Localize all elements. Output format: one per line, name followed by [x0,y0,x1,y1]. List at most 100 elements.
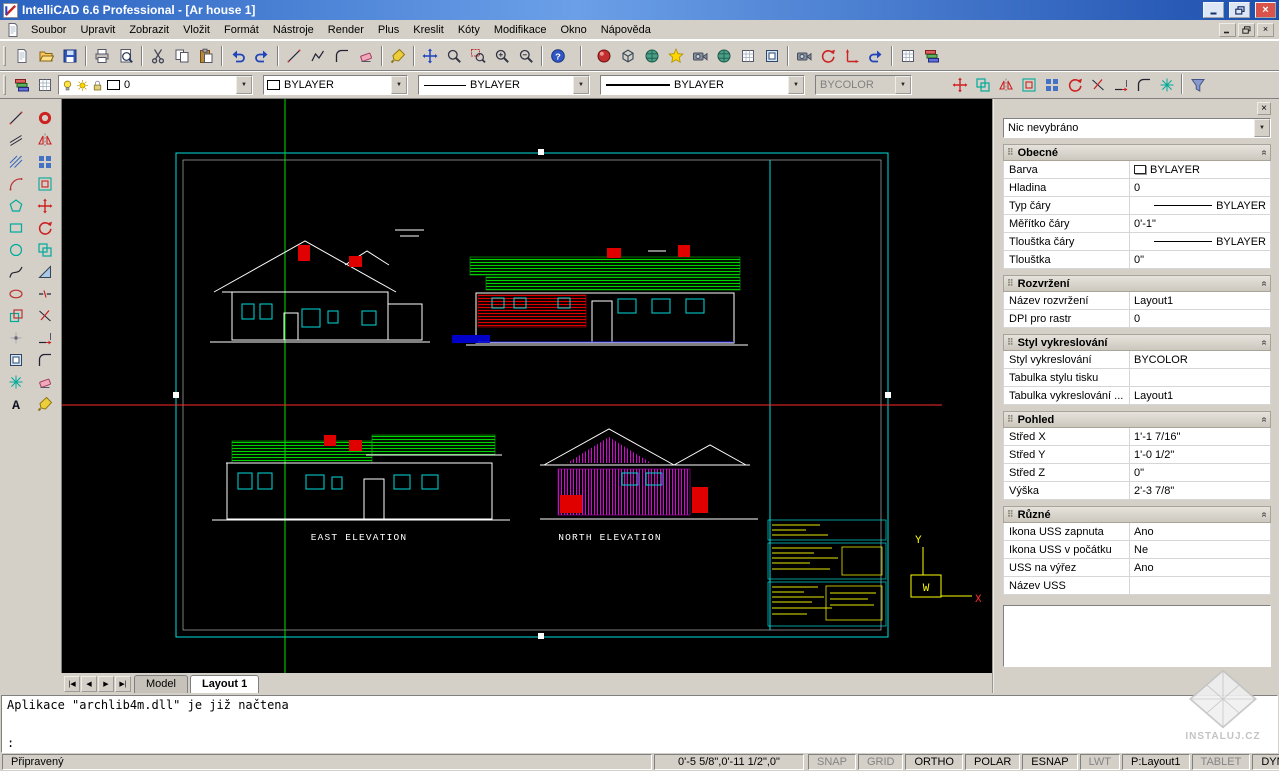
property-value[interactable] [1130,369,1270,386]
command-window[interactable]: Aplikace "archlib4m.dll" je již načtena … [1,695,1278,753]
redo-button[interactable] [250,44,274,68]
property-value[interactable]: 2'-3 7/8" [1130,482,1270,499]
dropdown-arrow-icon[interactable]: ▼ [788,76,804,94]
status-toggle-dyn[interactable]: DYN [1252,754,1279,770]
orbit-3d-button[interactable] [816,44,840,68]
regen-button[interactable] [864,44,888,68]
cut-button[interactable] [146,44,170,68]
named-views-button[interactable] [792,44,816,68]
erase-button[interactable] [354,44,378,68]
region-tool-button[interactable] [3,349,29,371]
extend-button[interactable] [1109,74,1132,96]
array-tool-button[interactable] [32,151,58,173]
line-tool-button[interactable] [3,107,29,129]
linetype-select[interactable]: BYLAYER ▼ [418,75,590,95]
entity-filter-button[interactable] [1186,74,1209,96]
menu-kreslit[interactable]: Kreslit [406,22,451,38]
offset-tool-button[interactable] [32,173,58,195]
coordinates-readout[interactable]: 0'-5 5/8",0'-11 1/2",0" [654,754,804,770]
zoom-in-button[interactable] [490,44,514,68]
menu-vlozit[interactable]: Vložit [176,22,217,38]
circle-tool-button[interactable] [3,239,29,261]
status-toggle-p-layout1[interactable]: P:Layout1 [1122,754,1190,770]
pan-button[interactable] [418,44,442,68]
tab-last-button[interactable]: ▶| [115,676,131,692]
move-button[interactable] [948,74,971,96]
tab-prev-button[interactable]: ◀ [81,676,97,692]
zoom-realtime-button[interactable] [442,44,466,68]
menu-zobrazit[interactable]: Zobrazit [122,22,176,38]
color-select[interactable]: BYLAYER ▼ [263,75,408,95]
toolbar-grip[interactable] [3,46,6,66]
fillet-button[interactable] [1132,74,1155,96]
property-value[interactable]: 0" [1130,464,1270,481]
document-icon[interactable] [5,22,21,38]
draw-line-button[interactable] [282,44,306,68]
background-button[interactable] [760,44,784,68]
spline-tool-button[interactable] [3,261,29,283]
text-tool-button[interactable]: A [3,393,29,415]
drawing-canvas-area[interactable]: EAST ELEVATION [62,99,992,673]
hide-button[interactable] [616,44,640,68]
ucs-button[interactable] [840,44,864,68]
explode-tool-button[interactable] [3,371,29,393]
tab-layout-1[interactable]: Layout 1 [190,675,259,693]
match-properties-button[interactable] [386,44,410,68]
property-value[interactable]: Ano [1130,559,1270,576]
paste-button[interactable] [194,44,218,68]
offset-button[interactable] [1017,74,1040,96]
mirror-button[interactable] [994,74,1017,96]
menu-okno[interactable]: Okno [553,22,593,38]
property-value[interactable]: 1'-0 1/2" [1130,446,1270,463]
section-rozvrzeni[interactable]: ⠿Rozvržení« [1003,275,1271,292]
property-value[interactable]: Layout1 [1130,292,1270,309]
tab-first-button[interactable]: |◀ [64,676,80,692]
tab-model[interactable]: Model [134,675,188,693]
render-button[interactable] [592,44,616,68]
menu-koty[interactable]: Kóty [451,22,487,38]
undo-button[interactable] [226,44,250,68]
zoom-window-button[interactable] [466,44,490,68]
menu-format[interactable]: Formát [217,22,266,38]
panel-close-icon[interactable]: × [1257,102,1271,115]
section-ruzne[interactable]: ⠿Různé« [1003,506,1271,523]
extend-tool-button[interactable] [32,327,58,349]
scale-tool-button[interactable] [32,261,58,283]
match-brush-tool-button[interactable] [32,393,58,415]
explode-button[interactable] [1155,74,1178,96]
section-obecne[interactable]: ⠿Obecné« [1003,144,1271,161]
close-button[interactable]: × [1255,2,1276,18]
array-button[interactable] [1040,74,1063,96]
property-value[interactable]: 0 [1130,310,1270,327]
layer-select[interactable]: 0 ▼ [58,75,253,95]
status-toggle-ortho[interactable]: ORTHO [905,754,963,770]
property-value[interactable]: Ne [1130,541,1270,558]
property-value[interactable]: BYCOLOR [1130,351,1270,368]
polygon-tool-button[interactable] [3,195,29,217]
command-prompt[interactable]: : [7,736,1272,750]
property-value[interactable]: Layout1 [1130,387,1270,404]
status-toggle-lwt[interactable]: LWT [1080,754,1120,770]
rotate-button[interactable] [1063,74,1086,96]
selection-select[interactable]: Nic nevybráno ▼ [1003,118,1271,138]
property-value[interactable]: 0" [1130,251,1270,268]
new-button[interactable] [10,44,34,68]
dropdown-arrow-icon[interactable]: ▼ [391,76,407,94]
dropdown-arrow-icon[interactable]: ▼ [236,76,252,94]
status-toggle-polar[interactable]: POLAR [965,754,1020,770]
print-preview-button[interactable] [114,44,138,68]
rectangle-tool-button[interactable] [3,217,29,239]
minimize-button[interactable] [1203,2,1224,18]
menu-soubor[interactable]: Soubor [24,22,73,38]
property-value[interactable]: 1'-1 7/16" [1130,428,1270,445]
property-value[interactable]: 0'-1" [1130,215,1270,232]
dropdown-arrow-icon[interactable]: ▼ [1254,119,1270,137]
tab-next-button[interactable]: ▶ [98,676,114,692]
trim-button[interactable] [1086,74,1109,96]
materials-button[interactable] [712,44,736,68]
save-button[interactable] [58,44,82,68]
mdi-close-button[interactable]: × [1257,23,1274,37]
mirror-tool-button[interactable] [32,129,58,151]
explorer-button[interactable] [920,44,944,68]
zoom-out-button[interactable] [514,44,538,68]
